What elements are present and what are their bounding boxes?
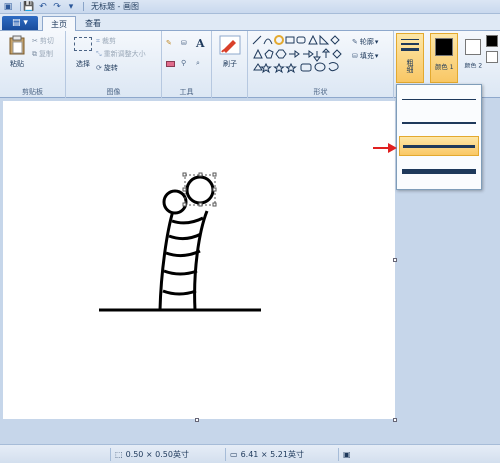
tools-group-label: 工具	[179, 88, 194, 96]
app-icon: ▣	[3, 1, 13, 12]
color1-label: 颜色 1	[434, 63, 454, 71]
rotate-button[interactable]: ⟳ 旋转	[96, 63, 118, 73]
palette-swatch-white[interactable]	[486, 51, 498, 63]
scissors-icon: ✂	[32, 37, 38, 45]
brush-icon	[219, 35, 241, 55]
outline-button[interactable]: ✎ 轮廓 ▾	[352, 37, 378, 47]
image-group: 选择 ⌗ 裁剪 ⤡ 重新调整大小 ⟳ 旋转 图像	[66, 31, 162, 98]
status-bar: ⬚ 0.50 × 0.50英寸 ▭ 6.41 × 5.21英寸 ▣	[0, 444, 500, 463]
shapes-group: ✎ 轮廓 ▾ ⛁ 填充 ▾ 形状	[248, 31, 394, 98]
color1-button[interactable]: 颜色 1	[430, 33, 458, 83]
select-button[interactable]: 选择	[72, 37, 94, 81]
canvas-resize-handle-bottom[interactable]	[195, 418, 199, 422]
pencil-icon: ✎	[166, 39, 172, 47]
eyedropper-icon: ⚲	[181, 59, 187, 67]
color-picker-button[interactable]: ⚲	[181, 59, 186, 67]
resize-icon: ⤡	[96, 49, 102, 58]
disk-icon: ▣	[343, 450, 351, 459]
chevron-down-icon: ▾	[374, 38, 379, 46]
ribbon-tabs: ▤ ▾ 主页 查看	[0, 14, 500, 31]
line-width-option-3[interactable]	[399, 136, 479, 156]
cut-button[interactable]: ✂ 剪切	[32, 36, 54, 46]
rotate-label: 旋转	[103, 64, 118, 72]
fill-button[interactable]: ⛁	[181, 39, 187, 47]
canvas-size-value: 6.41 × 5.21英寸	[240, 450, 304, 459]
divider	[20, 2, 21, 11]
pen-icon: ✎	[352, 38, 358, 46]
canvas-resize-handle-corner[interactable]	[393, 418, 397, 422]
copy-icon: ⧉	[32, 49, 37, 58]
drawing	[99, 172, 261, 312]
crop-button[interactable]: ⌗ 裁剪	[96, 36, 116, 46]
brushes-group: 刷子 刷子	[212, 31, 248, 98]
canvas-size: ▭ 6.41 × 5.21英寸	[225, 448, 304, 461]
outline-label: 轮廓	[359, 38, 374, 46]
clipboard-icon	[9, 35, 25, 55]
copy-button[interactable]: ⧉ 复制	[32, 49, 53, 59]
selection-size: ⬚ 0.50 × 0.50英寸	[110, 448, 189, 461]
size-button[interactable]: 粗细	[396, 33, 424, 83]
save-icon[interactable]: 💾	[23, 2, 34, 12]
paste-label: 粘贴	[10, 60, 24, 68]
clipboard-group: 粘贴 ✂ 剪切 ⧉ 复制 剪贴板	[0, 31, 66, 98]
resize-button[interactable]: ⤡ 重新调整大小	[96, 49, 146, 59]
bucket-icon: ⛁	[352, 52, 358, 60]
text-button[interactable]: A	[196, 37, 205, 50]
clipboard-group-label: 剪贴板	[22, 88, 43, 96]
text-icon: A	[196, 37, 205, 50]
select-label: 选择	[76, 60, 90, 68]
brushes-label: 刷子	[223, 60, 237, 68]
magnifier-icon: ⌕	[196, 59, 200, 67]
copy-label: 复制	[39, 50, 53, 58]
tools-group: ✎ ⛁ A ⚲ ⌕ 工具	[162, 31, 212, 98]
brushes-button[interactable]: 刷子	[217, 35, 243, 81]
line-width-option-4[interactable]	[399, 161, 479, 181]
fill-shape-button[interactable]: ⛁ 填充 ▾	[352, 51, 378, 61]
cut-label: 剪切	[39, 37, 54, 45]
divider	[83, 2, 84, 11]
eraser-button[interactable]	[166, 61, 175, 67]
palette-swatch-black[interactable]	[486, 35, 498, 47]
undo-icon[interactable]: ↶	[38, 2, 48, 12]
crop-label: 裁剪	[101, 37, 116, 45]
image-group-label: 图像	[106, 88, 121, 96]
shapes-gallery[interactable]	[251, 34, 347, 74]
color1-swatch	[435, 38, 453, 56]
resize-label: 重新调整大小	[103, 50, 146, 58]
rotate-icon: ⟳	[96, 64, 102, 72]
size-label: 粗细	[406, 59, 414, 73]
chevron-down-icon[interactable]: ▾	[66, 2, 76, 12]
redo-icon[interactable]: ↷	[52, 2, 62, 12]
arrow-annotation-icon	[373, 143, 397, 153]
pencil-button[interactable]: ✎	[166, 39, 172, 47]
fill-label: 填充	[359, 52, 374, 60]
drawing-canvas[interactable]	[3, 101, 395, 419]
file-menu-button[interactable]: ▤ ▾	[2, 16, 38, 30]
shapes-group-label: 形状	[313, 88, 328, 96]
tab-home[interactable]: 主页	[42, 16, 76, 31]
line-width-option-1[interactable]	[399, 89, 479, 109]
crop-icon: ⌗	[96, 36, 100, 45]
selection-size-icon: ⬚	[115, 450, 123, 459]
canvas-size-icon: ▭	[230, 450, 238, 459]
save-status: ▣	[338, 448, 351, 461]
paste-button[interactable]: 粘贴	[6, 35, 28, 81]
color2-label: 颜色 2	[464, 62, 482, 70]
color2-swatch	[465, 39, 481, 55]
title-bar: ▣ 💾 ↶ ↷ ▾ 无标题 - 画图	[0, 0, 500, 14]
window-title: 无标题 - 画图	[91, 2, 139, 11]
color2-button[interactable]: 颜色 2	[462, 33, 484, 83]
line-width-icon	[401, 39, 419, 51]
chevron-down-icon: ▾	[374, 52, 379, 60]
canvas-resize-handle-right[interactable]	[393, 258, 397, 262]
eraser-icon	[166, 61, 175, 67]
magnifier-button[interactable]: ⌕	[196, 59, 200, 68]
tab-view[interactable]: 查看	[78, 16, 108, 31]
bucket-icon: ⛁	[181, 39, 187, 47]
select-rectangle-icon	[74, 37, 92, 51]
line-width-dropdown	[396, 84, 482, 190]
line-width-option-2[interactable]	[399, 112, 479, 132]
selection-size-value: 0.50 × 0.50英寸	[125, 450, 189, 459]
